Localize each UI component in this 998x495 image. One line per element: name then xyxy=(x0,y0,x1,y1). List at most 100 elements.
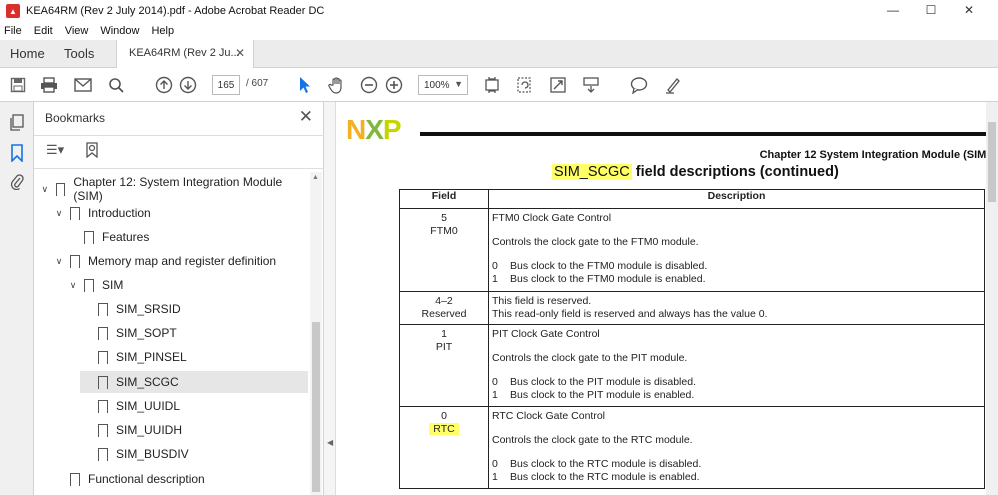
nxp-logo: NXP xyxy=(346,114,402,145)
bookmark-label: SIM_SRSID xyxy=(116,302,181,316)
bookmark-item[interactable]: SIM_SOPT xyxy=(80,322,308,344)
field-bit: 1 xyxy=(441,328,447,340)
tab-close-icon[interactable]: ✕ xyxy=(235,46,245,60)
description-title: PIT Clock Gate Control xyxy=(492,328,600,340)
collapse-panel-icon[interactable]: ◀ xyxy=(327,438,333,447)
field-cell: 4–2 Reserved xyxy=(399,291,489,325)
left-navigation-rail xyxy=(0,102,34,495)
scroll-mode-icon[interactable] xyxy=(581,75,601,95)
bookmarks-scrollbar[interactable]: ▲ xyxy=(310,172,322,495)
bookmark-options-icon[interactable]: ☰▾ xyxy=(46,142,64,158)
next-page-icon[interactable] xyxy=(178,75,198,95)
document-view[interactable]: NXP Chapter 12 System Integration Module… xyxy=(336,102,998,495)
bookmark-label: SIM_PINSEL xyxy=(116,350,187,364)
table-row: 1 PIT PIT Clock Gate Control Controls th… xyxy=(399,324,985,407)
description-text: This read-only field is reserved and alw… xyxy=(492,308,768,320)
bookmark-label: SIM xyxy=(102,278,124,292)
bookmark-icon xyxy=(55,182,66,196)
highlight-pen-icon[interactable] xyxy=(663,75,683,95)
tab-home[interactable]: Home xyxy=(10,46,45,61)
bookmark-item[interactable]: SIM_BUSDIV xyxy=(80,443,308,465)
bookmark-label: Functional description xyxy=(88,472,205,486)
print-icon[interactable] xyxy=(39,75,59,95)
zoom-level-select[interactable]: 100% ▼ xyxy=(418,75,468,95)
bookmark-icon xyxy=(70,472,80,486)
chapter-header: Chapter 12 System Integration Module (SI… xyxy=(759,149,990,161)
header-rule xyxy=(420,132,998,136)
bookmark-icon xyxy=(98,350,108,364)
chevron-down-icon[interactable]: ∨ xyxy=(38,184,52,195)
page-number-input[interactable]: 165 xyxy=(212,75,240,95)
field-bit: 5 xyxy=(441,212,447,224)
search-icon[interactable] xyxy=(106,75,126,95)
menu-view[interactable]: View xyxy=(65,25,89,37)
table-row: 0 RTC RTC Clock Gate Control Controls th… xyxy=(399,406,985,489)
document-scrollbar[interactable] xyxy=(986,102,998,495)
description-text: Controls the clock gate to the FTM0 modu… xyxy=(492,236,699,248)
chevron-down-icon[interactable]: ∨ xyxy=(66,280,80,291)
value-row: 0 Bus clock to the FTM0 module is disable… xyxy=(492,260,708,272)
bookmark-item[interactable]: ∨ Chapter 12: System Integration Module … xyxy=(38,175,308,203)
bookmark-item[interactable]: SIM_UUIDH xyxy=(80,419,308,441)
menu-file[interactable]: File xyxy=(4,25,22,37)
value-row: 0 Bus clock to the PIT module is disabled… xyxy=(492,376,696,388)
zoom-in-icon[interactable] xyxy=(384,75,404,95)
comment-icon[interactable] xyxy=(629,75,649,95)
fit-page-icon[interactable] xyxy=(482,75,502,95)
bookmarks-panel-icon[interactable] xyxy=(8,144,26,163)
column-header-description: Description xyxy=(488,189,985,209)
select-tool-icon[interactable] xyxy=(295,75,315,95)
tab-tools[interactable]: Tools xyxy=(64,46,94,61)
field-cell: 5 FTM0 xyxy=(399,208,489,292)
bookmark-label: Chapter 12: System Integration Module (S… xyxy=(73,175,283,203)
value-row: 1 Bus clock to the PIT module is enabled. xyxy=(492,389,695,401)
bookmark-search-icon[interactable] xyxy=(86,142,100,161)
full-screen-icon[interactable] xyxy=(548,75,568,95)
value-row: 1 Bus clock to the FTM0 module is enabled… xyxy=(492,273,706,285)
bookmark-item[interactable]: SIM_SRSID xyxy=(80,298,308,320)
table-row: 4–2 Reserved This field is reserved. Thi… xyxy=(399,291,985,325)
scrollbar-thumb[interactable] xyxy=(988,122,996,202)
close-panel-icon[interactable]: ✕ xyxy=(299,107,313,127)
value-row: 1 Bus clock to the RTC module is enabled. xyxy=(492,471,700,483)
panel-splitter[interactable]: ◀ xyxy=(324,102,336,495)
attachments-icon[interactable] xyxy=(8,172,26,191)
bookmark-item[interactable]: Features xyxy=(66,226,308,248)
menu-help[interactable]: Help xyxy=(151,25,174,37)
bookmark-item[interactable]: Functional description xyxy=(52,468,308,490)
column-header-field: Field xyxy=(399,189,489,209)
menu-window[interactable]: Window xyxy=(100,25,139,37)
hand-tool-icon[interactable] xyxy=(327,75,347,95)
rotate-icon[interactable] xyxy=(514,75,534,95)
bookmark-item[interactable]: SIM_PINSEL xyxy=(80,346,308,368)
bookmarks-header: Bookmarks xyxy=(45,111,106,125)
email-icon[interactable] xyxy=(73,75,93,95)
chevron-down-icon[interactable]: ∨ xyxy=(52,208,66,219)
close-window-button[interactable]: ✕ xyxy=(950,3,988,17)
field-bit: 0 xyxy=(441,410,447,422)
bookmark-item[interactable]: ∨ Introduction xyxy=(52,202,308,224)
table-row: 5 FTM0 FTM0 Clock Gate Control Controls … xyxy=(399,208,985,292)
bookmark-item[interactable]: ∨ SIM xyxy=(66,274,308,296)
bookmark-item-selected[interactable]: SIM_SCGC xyxy=(80,371,308,393)
scrollbar-thumb[interactable] xyxy=(312,322,320,492)
zoom-out-icon[interactable] xyxy=(359,75,379,95)
tab-document[interactable]: KEA64RM (Rev 2 Ju... ✕ xyxy=(116,40,254,68)
value-row: 0 Bus clock to the RTC module is disabled… xyxy=(492,458,702,470)
scroll-up-icon[interactable]: ▲ xyxy=(312,174,319,181)
page-thumbnails-icon[interactable] xyxy=(8,114,26,132)
previous-page-icon[interactable] xyxy=(154,75,174,95)
bookmark-label: Memory map and register definition xyxy=(88,254,277,268)
field-name: FTM0 xyxy=(430,225,458,237)
maximize-button[interactable]: ☐ xyxy=(912,3,950,17)
field-name: Reserved xyxy=(421,308,467,320)
minimize-button[interactable]: — xyxy=(874,3,912,17)
bookmark-item[interactable]: ∨ Memory map and register definition xyxy=(52,250,308,272)
chevron-down-icon[interactable]: ∨ xyxy=(52,256,66,267)
bookmark-item[interactable]: SIM_UUIDL xyxy=(80,395,308,417)
menu-edit[interactable]: Edit xyxy=(34,25,53,37)
main-toolbar: 165 / 607 100% ▼ xyxy=(0,68,998,102)
bookmark-icon xyxy=(70,206,80,220)
tab-bar: Home Tools KEA64RM (Rev 2 Ju... ✕ xyxy=(0,40,998,68)
save-icon[interactable] xyxy=(8,75,28,95)
